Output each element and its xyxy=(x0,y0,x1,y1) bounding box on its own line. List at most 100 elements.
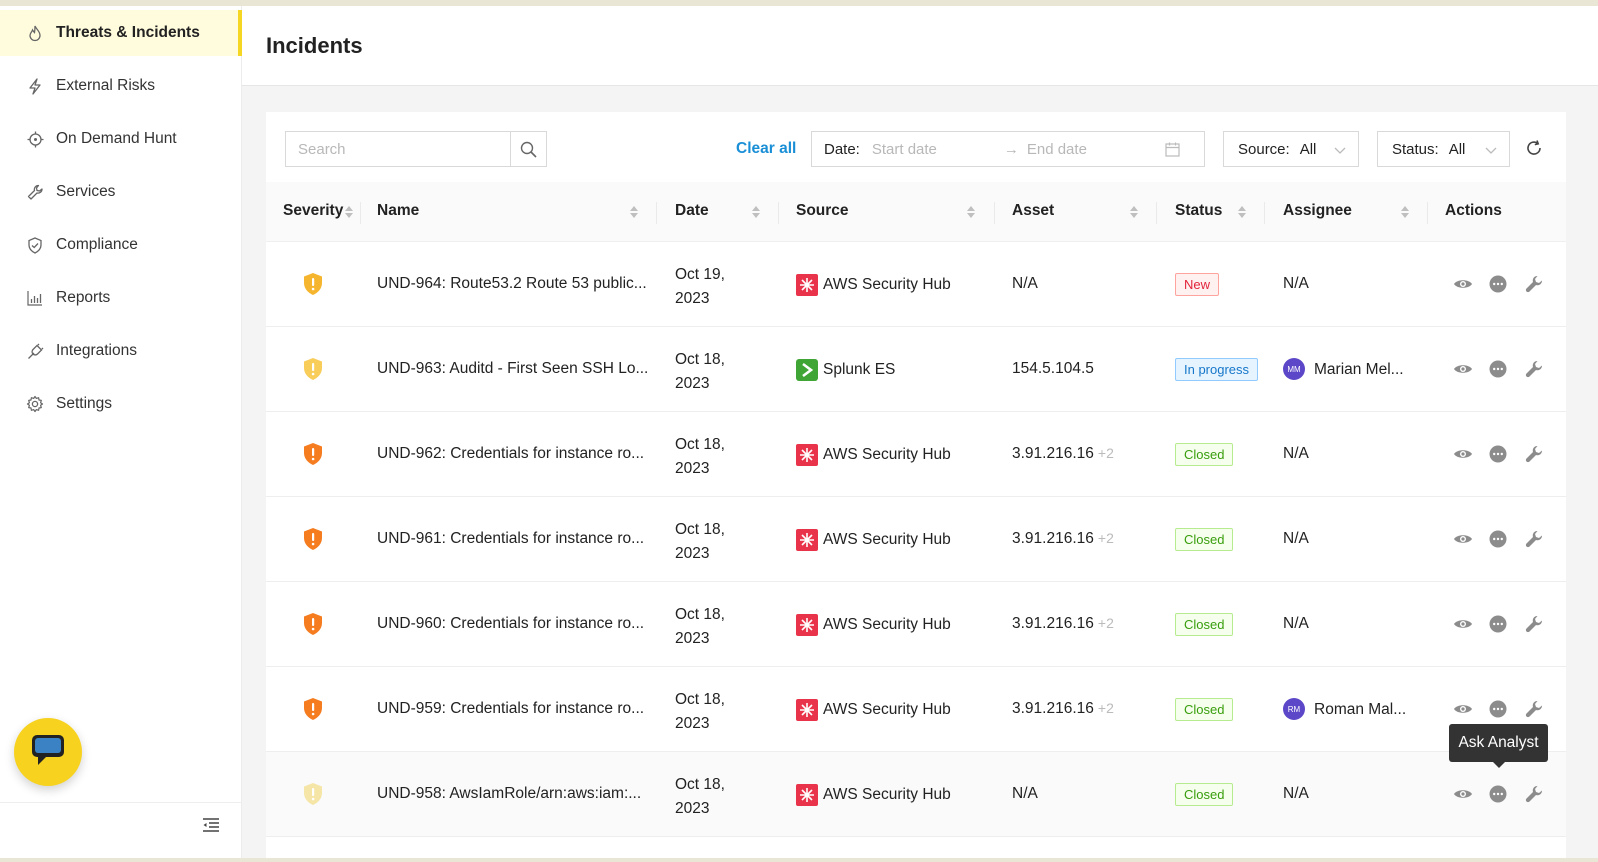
incident-date: Oct 19, 2023 xyxy=(675,263,755,311)
wrench-icon[interactable] xyxy=(1524,359,1544,379)
table-row[interactable]: UND-958: AwsIamRole/arn:aws:iam:... Oct 1… xyxy=(266,752,1566,837)
asset-cell: 3.91.216.16 +2 xyxy=(1012,700,1114,718)
incident-name[interactable]: UND-960: Credentials for instance ro... xyxy=(377,615,649,633)
source-value: All xyxy=(1299,140,1317,158)
sidebar-item-integrations[interactable]: Integrations xyxy=(0,328,242,374)
eye-icon[interactable] xyxy=(1453,444,1473,464)
table-row[interactable]: UND-963: Auditd - First Seen SSH Lo... Oc… xyxy=(266,327,1566,412)
assignee-name: N/A xyxy=(1283,785,1309,802)
table-row[interactable]: UND-959: Credentials for instance ro... O… xyxy=(266,667,1566,752)
eye-icon[interactable] xyxy=(1453,699,1473,719)
ask-analyst-icon[interactable] xyxy=(1488,614,1508,634)
ask-analyst-icon[interactable] xyxy=(1488,529,1508,549)
date-range-picker[interactable]: Date: Start date → End date xyxy=(811,131,1205,167)
sidebar: Threats & Incidents External Risks On De… xyxy=(0,6,242,858)
asset-value: 3.91.216.16 xyxy=(1012,700,1094,717)
sidebar-item-compliance[interactable]: Compliance xyxy=(0,222,242,268)
asset-extra-count[interactable]: +2 xyxy=(1098,615,1114,631)
date-line: Oct 18, xyxy=(675,436,725,453)
table-row[interactable]: UND-964: Route53.2 Route 53 public... Oct… xyxy=(266,242,1566,327)
incident-name[interactable]: UND-961: Credentials for instance ro... xyxy=(377,530,649,548)
column-header-date[interactable]: Date xyxy=(675,202,709,220)
eye-icon[interactable] xyxy=(1453,359,1473,379)
column-header-assignee[interactable]: Assignee xyxy=(1283,202,1352,220)
asset-cell: 154.5.104.5 xyxy=(1012,360,1094,378)
ask-analyst-icon[interactable] xyxy=(1488,699,1508,719)
sort-icon[interactable] xyxy=(751,204,761,220)
sort-icon[interactable] xyxy=(629,204,639,220)
incident-name[interactable]: UND-958: AwsIamRole/arn:aws:iam:... xyxy=(377,785,649,803)
assignee-name: Roman Mal... xyxy=(1314,701,1407,718)
table-row[interactable]: UND-961: Credentials for instance ro... O… xyxy=(266,497,1566,582)
eye-icon[interactable] xyxy=(1453,784,1473,804)
sidebar-item-settings[interactable]: Settings xyxy=(0,381,242,427)
asset-cell: 3.91.216.16 +2 xyxy=(1012,530,1114,548)
sidebar-item-external-risks[interactable]: External Risks xyxy=(0,63,242,109)
ask-analyst-icon[interactable] xyxy=(1488,784,1508,804)
sidebar-item-services[interactable]: Services xyxy=(0,169,242,215)
sort-icon[interactable] xyxy=(966,204,976,220)
sidebar-item-threats-incidents[interactable]: Threats & Incidents xyxy=(0,10,242,56)
assignee-cell: N/A xyxy=(1283,275,1309,293)
year-line: 2023 xyxy=(675,800,710,817)
refresh-icon[interactable] xyxy=(1525,139,1545,159)
asset-extra-count[interactable]: +2 xyxy=(1098,700,1114,716)
eye-icon[interactable] xyxy=(1453,614,1473,634)
asset-extra-count[interactable]: +2 xyxy=(1098,530,1114,546)
end-date-input[interactable]: End date xyxy=(1027,141,1087,158)
clear-all-link[interactable]: Clear all xyxy=(736,140,796,158)
column-header-status[interactable]: Status xyxy=(1175,202,1222,220)
incident-name[interactable]: UND-963: Auditd - First Seen SSH Lo... xyxy=(377,360,649,378)
ask-analyst-icon[interactable] xyxy=(1488,444,1508,464)
lightning-icon xyxy=(26,77,44,95)
status-badge: In progress xyxy=(1175,358,1259,381)
search-icon[interactable] xyxy=(510,132,546,166)
sort-icon[interactable] xyxy=(1400,204,1410,220)
source-cell: AWS Security Hub xyxy=(796,784,951,806)
table-row[interactable]: UND-962: Credentials for instance ro... O… xyxy=(266,412,1566,497)
status-badge: Closed xyxy=(1175,528,1234,551)
source-select[interactable]: Source: All xyxy=(1223,131,1359,167)
ask-analyst-icon[interactable] xyxy=(1488,274,1508,294)
column-header-name[interactable]: Name xyxy=(377,202,419,220)
avatar: RM xyxy=(1283,698,1305,720)
sort-icon[interactable] xyxy=(1129,204,1139,220)
chat-button[interactable] xyxy=(14,718,82,786)
wrench-icon[interactable] xyxy=(1524,529,1544,549)
column-header-asset[interactable]: Asset xyxy=(1012,202,1054,220)
wrench-icon[interactable] xyxy=(1524,444,1544,464)
column-header-source[interactable]: Source xyxy=(796,202,849,220)
collapse-menu-icon[interactable] xyxy=(202,817,222,837)
column-divider xyxy=(656,202,657,224)
column-divider xyxy=(1156,202,1157,224)
wrench-icon[interactable] xyxy=(1524,274,1544,294)
start-date-input[interactable]: Start date xyxy=(872,141,996,158)
aws-security-hub-icon xyxy=(796,444,818,466)
incident-date: Oct 18, 2023 xyxy=(675,433,755,481)
sort-icon[interactable] xyxy=(344,204,354,220)
column-header-actions: Actions xyxy=(1445,202,1502,219)
wrench-icon[interactable] xyxy=(1524,614,1544,634)
wrench-icon[interactable] xyxy=(1524,699,1544,719)
column-divider xyxy=(994,202,995,224)
sidebar-item-reports[interactable]: Reports xyxy=(0,275,242,321)
eye-icon[interactable] xyxy=(1453,274,1473,294)
source-name: AWS Security Hub xyxy=(823,786,951,803)
wrench-icon[interactable] xyxy=(1524,784,1544,804)
incident-name[interactable]: UND-962: Credentials for instance ro... xyxy=(377,445,649,463)
status-select[interactable]: Status: All xyxy=(1377,131,1510,167)
table-row[interactable]: UND-960: Credentials for instance ro... O… xyxy=(266,582,1566,667)
incident-date: Oct 18, 2023 xyxy=(675,688,755,736)
asset-extra-count[interactable]: +2 xyxy=(1098,445,1114,461)
eye-icon[interactable] xyxy=(1453,529,1473,549)
status-badge: Closed xyxy=(1175,698,1234,721)
ask-analyst-icon[interactable] xyxy=(1488,359,1508,379)
search-input[interactable] xyxy=(286,132,510,166)
column-header-severity[interactable]: Severity xyxy=(283,202,343,220)
assignee-cell: N/A xyxy=(1283,615,1309,633)
source-cell: AWS Security Hub xyxy=(796,444,951,466)
incident-name[interactable]: UND-959: Credentials for instance ro... xyxy=(377,700,649,718)
sort-icon[interactable] xyxy=(1237,204,1247,220)
sidebar-item-on-demand-hunt[interactable]: On Demand Hunt xyxy=(0,116,242,162)
incident-name[interactable]: UND-964: Route53.2 Route 53 public... xyxy=(377,275,649,293)
